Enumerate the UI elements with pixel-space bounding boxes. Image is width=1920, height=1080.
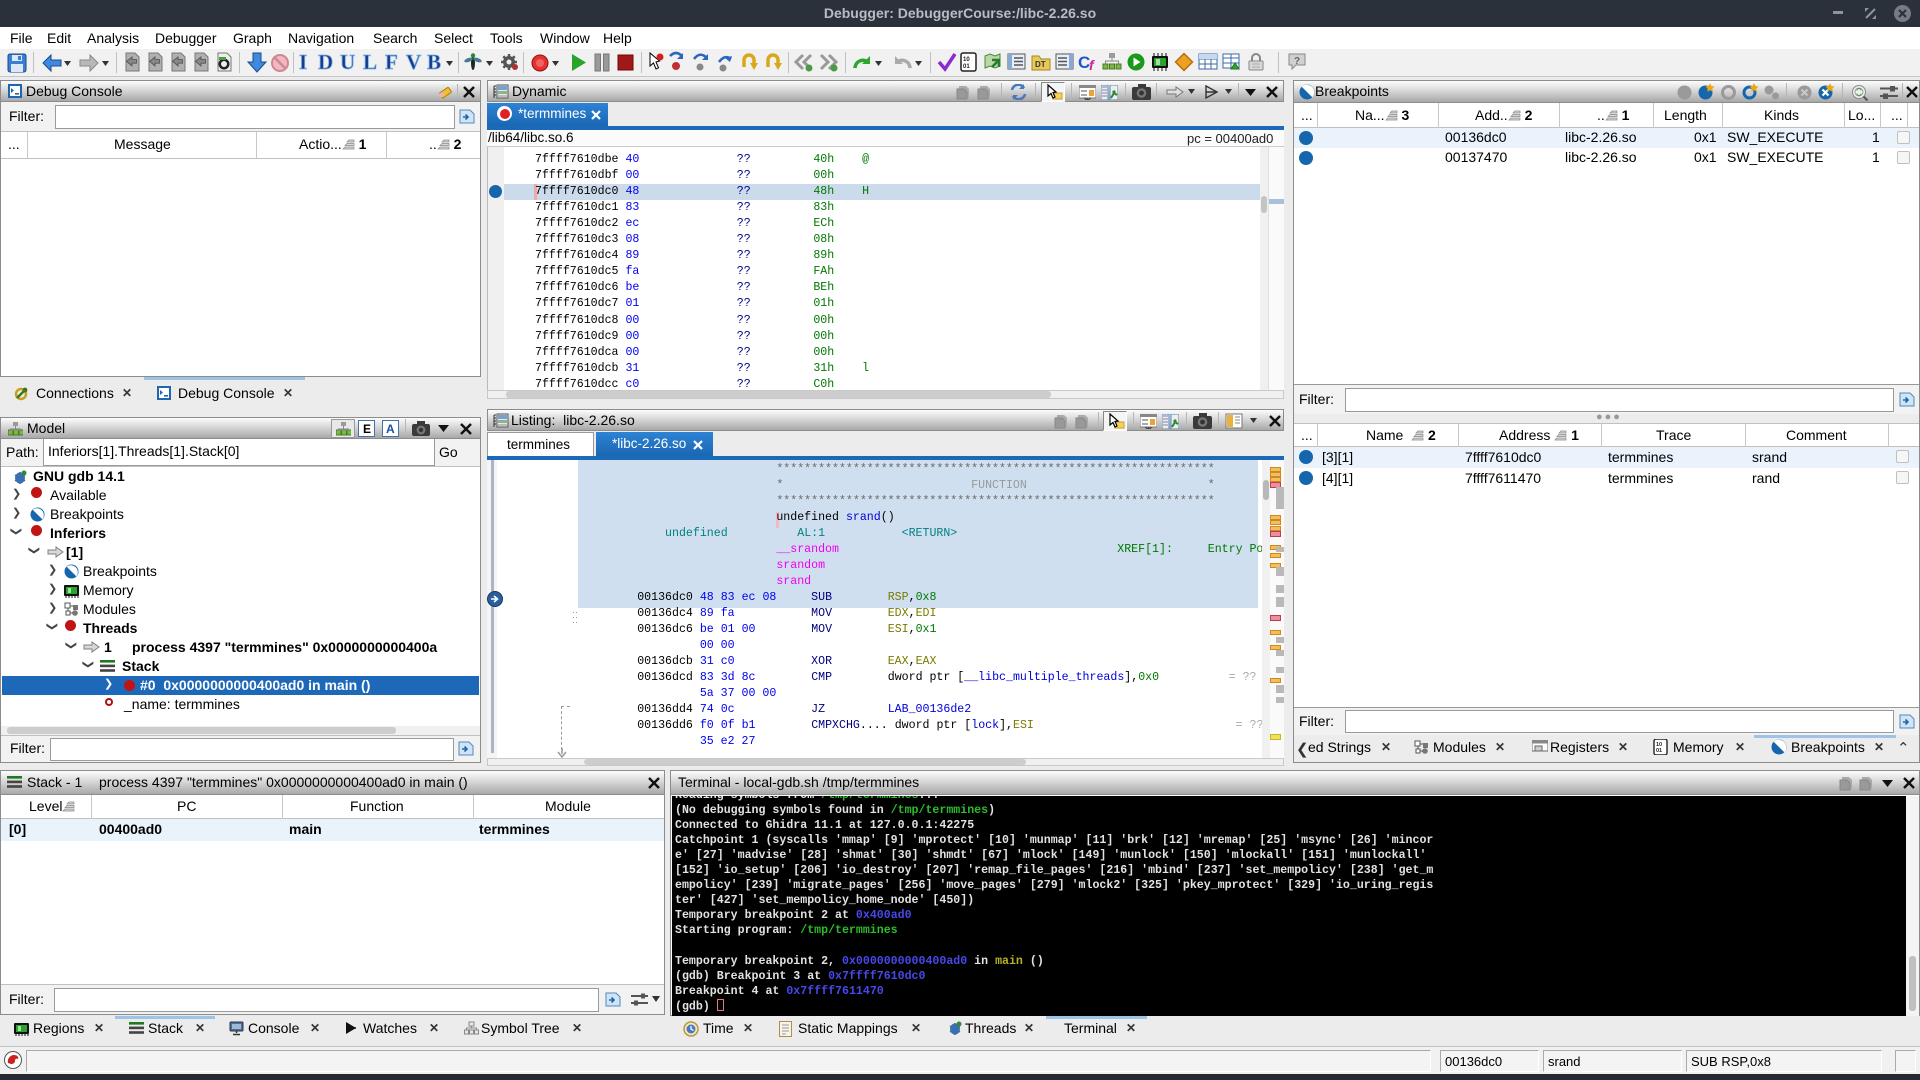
svg-text:?: ? [1294,56,1300,67]
svg-text:F: F [385,50,398,74]
svg-text:B: B [427,50,441,74]
svg-text:L: L [363,50,377,74]
svg-text:U: U [340,50,355,74]
svg-text:D: D [318,50,333,74]
svg-text:V: V [406,50,421,74]
svg-text:10: 10 [963,57,970,63]
svg-text:01: 01 [963,64,970,70]
svg-text:01: 01 [1656,748,1662,754]
svg-text:DT: DT [1035,60,1046,69]
svg-text:I: I [299,50,307,74]
svg-text:f: f [1089,57,1095,73]
